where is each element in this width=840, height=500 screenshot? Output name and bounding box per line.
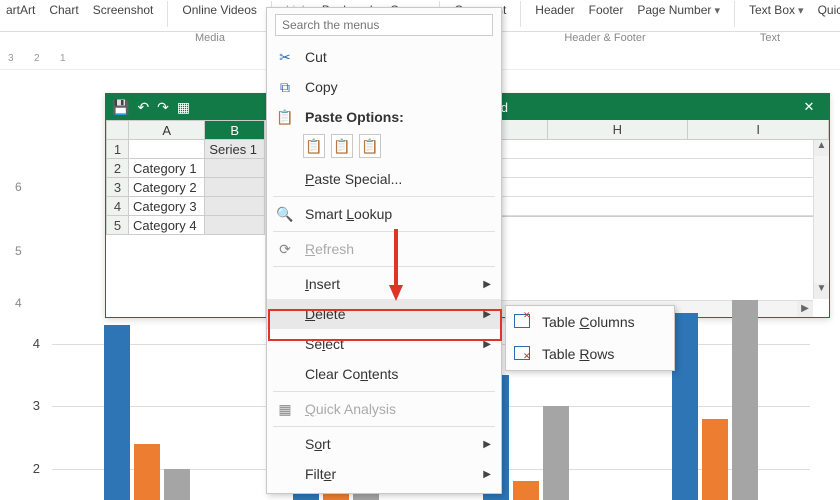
undo-icon[interactable]: ↶ (137, 99, 149, 116)
menu-filter[interactable]: Filter▶ (267, 459, 501, 489)
clipboard-icon: 📋 (275, 109, 295, 126)
bar (543, 406, 569, 500)
col-A-header[interactable]: A (129, 121, 205, 140)
delete-rows-icon (514, 346, 532, 362)
chevron-right-icon: ▶ (483, 339, 491, 350)
doc-ruler-mark-6: 6 (15, 180, 22, 194)
scroll-down-icon[interactable]: ▼ (814, 283, 829, 299)
paste-formatting-button[interactable]: 📋 (359, 134, 381, 158)
rib-footer[interactable]: Footer (589, 1, 624, 17)
bar (702, 419, 728, 500)
context-menu: ✂Cut ⧉Copy 📋Paste Options: 📋 📋 📋 Paste S… (266, 7, 502, 494)
annotation-arrow (386, 225, 406, 303)
close-button[interactable]: ✕ (795, 94, 823, 120)
rib-chart[interactable]: Chart (49, 1, 78, 17)
rib-page-number[interactable]: Page Number ▾ (637, 1, 720, 18)
chevron-right-icon: ▶ (483, 439, 491, 450)
vertical-scrollbar[interactable]: ▲ ▼ (813, 140, 829, 299)
bar-group (52, 300, 242, 500)
menu-delete[interactable]: Delete▶ (267, 299, 501, 329)
cell[interactable]: Category 2 (129, 178, 205, 197)
menu-cut[interactable]: ✂Cut (267, 42, 501, 72)
chevron-right-icon: ▶ (483, 309, 491, 320)
y-tick-label: 4 (33, 336, 40, 351)
chevron-right-icon: ▶ (483, 469, 491, 480)
menu-search[interactable] (275, 14, 493, 36)
y-tick-label: 2 (33, 461, 40, 476)
menu-select[interactable]: Select▶ (267, 329, 501, 359)
cell[interactable]: Category 1 (129, 159, 205, 178)
bar (513, 481, 539, 500)
cell[interactable]: Series 1 (205, 140, 265, 159)
delete-submenu: Table Columns Table Rows (505, 305, 675, 371)
paste-keep-source-button[interactable]: 📋 (303, 134, 325, 158)
rib-smartart[interactable]: artArt (6, 1, 35, 17)
cell[interactable]: Category 4 (129, 216, 205, 235)
delete-columns-icon (514, 314, 532, 330)
menu-insert[interactable]: Insert▶ (267, 269, 501, 299)
cell[interactable] (205, 159, 265, 178)
y-tick-label: 3 (33, 398, 40, 413)
row-header[interactable]: 1 (107, 140, 129, 159)
submenu-table-columns[interactable]: Table Columns (506, 306, 674, 338)
bar (134, 444, 160, 500)
menu-paste-options-label: 📋Paste Options: (267, 102, 501, 132)
chevron-right-icon: ▶ (483, 279, 491, 290)
submenu-table-rows[interactable]: Table Rows (506, 338, 674, 370)
copy-icon: ⧉ (275, 79, 295, 96)
quick-analysis-icon: ▦ (275, 401, 295, 418)
row-header[interactable]: 3 (107, 178, 129, 197)
cell[interactable] (205, 178, 265, 197)
scroll-up-icon[interactable]: ▲ (814, 140, 829, 156)
rib-header[interactable]: Header (535, 1, 574, 17)
row-header[interactable]: 2 (107, 159, 129, 178)
menu-clear-contents[interactable]: Clear Contents (267, 359, 501, 389)
bar (164, 469, 190, 500)
menu-sort[interactable]: Sort▶ (267, 429, 501, 459)
bar (672, 313, 698, 500)
doc-ruler-mark-5: 5 (15, 244, 22, 258)
bar (104, 325, 130, 500)
menu-refresh: ⟳Refresh (267, 234, 501, 264)
qat-more-icon[interactable]: ▦ (177, 99, 190, 116)
menu-smart-lookup[interactable]: 🔍Smart Lookup (267, 199, 501, 229)
cell[interactable]: Category 3 (129, 197, 205, 216)
cell[interactable] (205, 216, 265, 235)
paste-values-button[interactable]: 📋 (331, 134, 353, 158)
refresh-icon: ⟳ (275, 241, 295, 258)
rib-textbox[interactable]: Text Box ▾ (749, 1, 804, 18)
col-header[interactable]: I (688, 120, 829, 139)
menu-copy[interactable]: ⧉Copy (267, 72, 501, 102)
menu-paste-special[interactable]: Paste Special... (267, 164, 501, 194)
row-header[interactable]: 4 (107, 197, 129, 216)
save-icon[interactable]: 💾 (112, 99, 129, 116)
rib-online-videos[interactable]: Online Videos (182, 1, 257, 17)
col-header[interactable]: H (548, 120, 689, 139)
rib-screenshot[interactable]: Screenshot (93, 1, 154, 17)
menu-search-input[interactable] (275, 14, 493, 36)
data-grid-left[interactable]: A B 1 Series 1 2Category 13Category 24Cate… (106, 120, 266, 317)
scissors-icon: ✂ (275, 49, 295, 66)
rib-quickparts[interactable]: Quick Parts ▾ (818, 1, 840, 18)
search-icon: 🔍 (275, 206, 295, 223)
row-header[interactable]: 5 (107, 216, 129, 235)
bar (732, 300, 758, 500)
cell[interactable] (129, 140, 205, 159)
menu-quick-analysis: ▦Quick Analysis (267, 394, 501, 424)
redo-icon[interactable]: ↷ (157, 99, 169, 116)
col-B-header[interactable]: B (205, 121, 265, 140)
cell[interactable] (205, 197, 265, 216)
